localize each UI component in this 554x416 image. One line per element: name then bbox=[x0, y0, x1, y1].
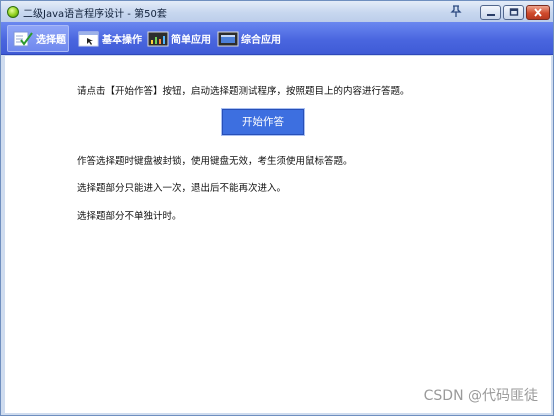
tab-simple-application[interactable]: 简单应用 bbox=[147, 25, 215, 52]
app-logo-icon bbox=[7, 6, 19, 18]
maximize-icon bbox=[509, 8, 518, 16]
monitor-app-icon bbox=[217, 31, 239, 46]
title-bar[interactable]: 二级Java语言程序设计 - 第50套 bbox=[1, 1, 553, 22]
watermark: CSDN @代码匪徒 bbox=[423, 388, 538, 404]
minimize-icon bbox=[486, 14, 495, 16]
minimize-button[interactable] bbox=[480, 5, 501, 20]
instruction-text: 请点击【开始作答】按钮，启动选择题测试程序，按照题目上的内容进行答题。 bbox=[77, 86, 410, 97]
close-icon bbox=[534, 8, 542, 17]
keyboard-lock-note: 作答选择题时键盘被封锁，使用键盘无效，考生须使用鼠标答题。 bbox=[77, 156, 353, 167]
timing-note: 选择题部分不单独计时。 bbox=[77, 211, 182, 222]
monitor-chart-icon bbox=[147, 31, 169, 46]
content-panel: 请点击【开始作答】按钮，启动选择题测试程序，按照题目上的内容进行答题。 开始作答… bbox=[5, 56, 551, 413]
window-cursor-icon bbox=[78, 31, 99, 46]
tab-basic-operation[interactable]: 基本操作 bbox=[78, 25, 142, 52]
tab-comprehensive-application[interactable]: 综合应用 bbox=[217, 25, 281, 52]
maximize-button[interactable] bbox=[503, 5, 524, 20]
tab-label: 简单应用 bbox=[171, 35, 211, 46]
single-entry-note: 选择题部分只能进入一次，退出后不能再次进入。 bbox=[77, 183, 287, 194]
start-answer-button[interactable]: 开始作答 bbox=[221, 108, 305, 136]
tab-choice-questions[interactable]: 选择题 bbox=[7, 25, 69, 52]
app-window: 二级Java语言程序设计 - 第50套 选择题 基本操作 简单应用 综合应用 请… bbox=[0, 0, 554, 416]
close-button[interactable] bbox=[526, 5, 550, 20]
tab-label: 综合应用 bbox=[241, 35, 281, 46]
window-title: 二级Java语言程序设计 - 第50套 bbox=[23, 9, 167, 20]
tab-label: 基本操作 bbox=[102, 35, 142, 46]
tab-label: 选择题 bbox=[36, 35, 66, 46]
main-toolbar: 选择题 基本操作 简单应用 综合应用 bbox=[1, 22, 553, 55]
checklist-icon bbox=[13, 31, 33, 46]
pin-icon[interactable] bbox=[449, 4, 463, 18]
